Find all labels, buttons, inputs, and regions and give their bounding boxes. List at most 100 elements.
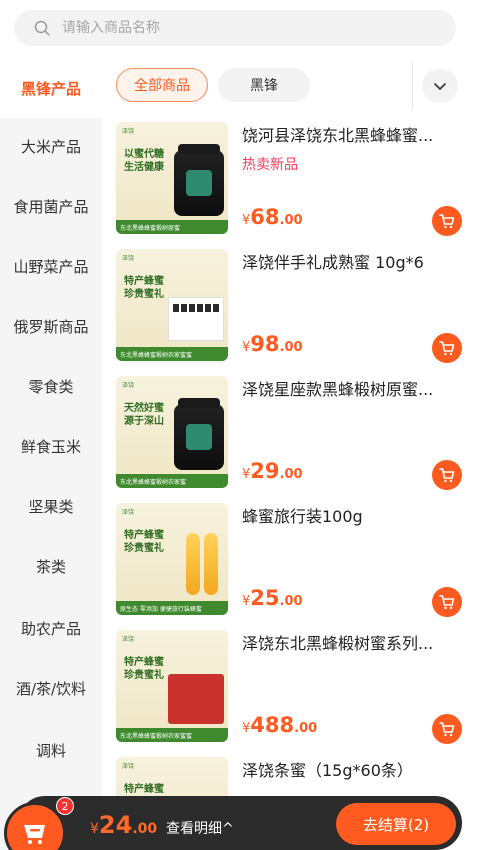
expand-filters-button[interactable] — [422, 69, 458, 103]
price-decimal: .00 — [279, 467, 303, 482]
honey-stick-icon — [204, 533, 218, 595]
sidebar-item-mushroom[interactable]: 食用菌产品 — [0, 176, 102, 236]
thumb-band: 东北黑蜂蜂蜜椴树农家蜜蜜 — [116, 728, 228, 742]
brand-tag: 泽饶 — [122, 763, 135, 770]
honey-jar-icon — [174, 398, 224, 470]
price-integer: 29 — [250, 459, 280, 483]
product-title[interactable]: 泽饶条蜜（15g*60条） — [242, 761, 464, 781]
honey-jar-icon — [174, 144, 224, 216]
cart-icon — [439, 595, 455, 610]
cart-icon — [439, 214, 455, 229]
search-icon — [34, 20, 50, 36]
price-decimal: .00 — [294, 721, 318, 736]
search-input[interactable]: 请输入商品名称 — [14, 10, 456, 46]
product-image: 泽饶 特产蜂蜜 珍贵蜜礼 东北黑蜂蜂蜜椴树农家蜜蜜 — [116, 249, 228, 361]
sidebar-item-corn[interactable]: 鲜食玉米 — [0, 416, 102, 476]
sidebar-item-snacks[interactable]: 零食类 — [0, 356, 102, 416]
sidebar-item-farm-aid[interactable]: 助农产品 — [0, 598, 102, 658]
product-price: ¥488.00 — [242, 714, 317, 740]
price-decimal: .00 — [279, 213, 303, 228]
view-details-link[interactable]: 查看明细^ — [166, 820, 234, 838]
thumb-band-text: 东北黑蜂蜂蜜椴树农家蜜蜜 — [120, 733, 193, 740]
product-item[interactable]: 泽饶 特产蜂蜜 珍贵蜜礼 东北黑蜂蜂蜜椴树农家蜜蜜 泽饶伴手礼成熟蜜 10g*6… — [102, 249, 478, 376]
filter-chip-heifeng[interactable]: 黑锋 — [218, 68, 310, 102]
thumb-heading: 天然好蜜 源于深山 — [124, 403, 164, 427]
product-item[interactable]: 泽饶 天然好蜜 源于深山 东北黑蜂蜂蜜椴树农家蜜 泽饶星座款黑蜂椴树原蜜... … — [102, 376, 478, 503]
brand-tag: 泽饶 — [122, 128, 135, 135]
cart-icon — [24, 825, 45, 844]
product-image: 泽饶 天然好蜜 源于深山 东北黑蜂蜂蜜椴树农家蜜 — [116, 376, 228, 488]
cart-total: ¥24.00 — [90, 812, 157, 842]
cart-icon — [439, 341, 455, 356]
product-price: ¥98.00 — [242, 333, 303, 359]
sidebar-item-tea[interactable]: 茶类 — [0, 536, 102, 596]
product-image: 泽饶 特产蜂蜜 珍贵蜜礼 原生态 零添加 便捷旅行装蜂蜜 — [116, 503, 228, 615]
thumb-heading: 特产蜂蜜 珍贵蜜礼 — [124, 657, 164, 681]
product-item[interactable]: 泽饶 以蜜代糖 生活健康 东北黑蜂蜂蜜椴树原蜜 饶河县泽饶东北黑蜂蜂蜜... 热… — [102, 122, 478, 249]
price-decimal: .00 — [279, 340, 303, 355]
brand-tag: 泽饶 — [122, 382, 135, 389]
sidebar-item-russian[interactable]: 俄罗斯商品 — [0, 296, 102, 356]
search-placeholder: 请输入商品名称 — [62, 20, 160, 36]
thumb-band-text: 东北黑蜂蜂蜜椴树农家蜜蜜 — [120, 352, 193, 359]
category-sidebar: 黑锋产品 大米产品 食用菌产品 山野菜产品 俄罗斯商品 零食类 鲜食玉米 坚果类… — [0, 58, 102, 850]
filter-divider — [412, 62, 413, 110]
price-integer: 68 — [250, 205, 280, 229]
filter-bar: 全部商品 黑锋 — [102, 58, 478, 114]
gift-box-icon — [168, 674, 224, 724]
gift-box-icon — [168, 297, 224, 341]
price-integer: 98 — [250, 332, 280, 356]
brand-tag: 泽饶 — [122, 255, 135, 262]
thumb-band: 东北黑蜂蜂蜜椴树农家蜜蜜 — [116, 347, 228, 361]
thumb-heading: 特产蜂蜜 珍贵蜜礼 — [124, 530, 164, 554]
cart-icon — [439, 722, 455, 737]
thumb-band: 东北黑蜂蜂蜜椴树原蜜 — [116, 220, 228, 234]
product-title[interactable]: 蜂蜜旅行装100g — [242, 507, 464, 527]
chevron-down-icon — [434, 83, 446, 90]
product-price: ¥68.00 — [242, 206, 303, 232]
add-to-cart-button[interactable] — [432, 587, 462, 617]
currency-symbol: ¥ — [90, 821, 99, 837]
thumb-heading: 特产蜂蜜 珍贵蜜礼 — [124, 276, 164, 300]
total-integer: 24 — [98, 811, 133, 839]
price-integer: 25 — [250, 586, 280, 610]
cart-count-badge: 2 — [56, 797, 74, 815]
product-item[interactable]: 泽饶 特产蜂蜜 珍贵蜜礼 东北黑蜂蜂蜜椴树农家蜜蜜 泽饶东北黑蜂椴树蜜系列...… — [102, 630, 478, 757]
thumb-band-text: 东北黑蜂蜂蜜椴树农家蜜 — [120, 479, 187, 486]
sidebar-item-drinks[interactable]: 酒/茶/饮料 — [0, 658, 102, 718]
sidebar-item-rice[interactable]: 大米产品 — [0, 116, 102, 176]
product-title[interactable]: 泽饶星座款黑蜂椴树原蜜... — [242, 380, 464, 400]
add-to-cart-button[interactable] — [432, 460, 462, 490]
price-decimal: .00 — [279, 594, 303, 609]
thumb-heading: 以蜜代糖 生活健康 — [124, 149, 164, 173]
brand-tag: 泽饶 — [122, 636, 135, 643]
thumb-band-text: 东北黑蜂蜂蜜椴树原蜜 — [120, 225, 181, 232]
filter-chip-all[interactable]: 全部商品 — [116, 68, 208, 102]
price-integer: 488 — [250, 713, 295, 737]
sidebar-item-wild-vegetable[interactable]: 山野菜产品 — [0, 236, 102, 296]
checkout-button[interactable]: 去结算(2) — [336, 803, 456, 845]
thumb-band-text: 原生态 零添加 便捷旅行装蜂蜜 — [120, 606, 202, 613]
search-bar: 请输入商品名称 — [0, 0, 478, 58]
cart-icon — [439, 468, 455, 483]
total-decimal: .00 — [132, 821, 158, 837]
product-price: ¥25.00 — [242, 587, 303, 613]
sidebar-item-seasoning[interactable]: 调料 — [0, 720, 102, 780]
product-price: ¥29.00 — [242, 460, 303, 486]
sidebar-item-nuts[interactable]: 坚果类 — [0, 476, 102, 536]
sidebar-item-heifeng[interactable]: 黑锋产品 — [0, 58, 102, 118]
thumb-band: 原生态 零添加 便捷旅行装蜂蜜 — [116, 601, 228, 615]
product-item[interactable]: 泽饶 特产蜂蜜 珍贵蜜礼 原生态 零添加 便捷旅行装蜂蜜 蜂蜜旅行装100g ¥… — [102, 503, 478, 630]
thumb-band: 东北黑蜂蜂蜜椴树农家蜜 — [116, 474, 228, 488]
product-title[interactable]: 饶河县泽饶东北黑蜂蜂蜜... — [242, 126, 464, 146]
product-image: 泽饶 以蜜代糖 生活健康 东北黑蜂蜂蜜椴树原蜜 — [116, 122, 228, 234]
honey-stick-icon — [186, 533, 200, 595]
brand-tag: 泽饶 — [122, 509, 135, 516]
product-badge: 热卖新品 — [242, 157, 298, 173]
add-to-cart-button[interactable] — [432, 333, 462, 363]
add-to-cart-button[interactable] — [432, 714, 462, 744]
product-title[interactable]: 泽饶伴手礼成熟蜜 10g*6 — [242, 253, 464, 273]
product-image: 泽饶 特产蜂蜜 珍贵蜜礼 东北黑蜂蜂蜜椴树农家蜜蜜 — [116, 630, 228, 742]
product-title[interactable]: 泽饶东北黑蜂椴树蜜系列... — [242, 634, 464, 654]
add-to-cart-button[interactable] — [432, 206, 462, 236]
